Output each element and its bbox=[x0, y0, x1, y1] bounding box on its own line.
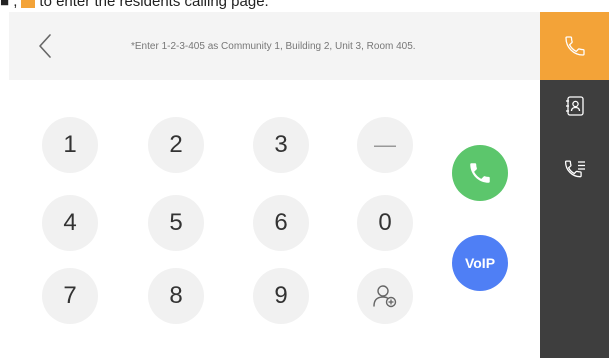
add-user-icon bbox=[373, 285, 397, 308]
key-4[interactable]: 4 bbox=[42, 195, 98, 251]
room-format-hint: *Enter 1-2-3-405 as Community 1, Buildin… bbox=[131, 40, 416, 52]
caption-line: ■ , to enter the residents calling page. bbox=[0, 0, 269, 11]
page: ■ , to enter the residents calling page.… bbox=[0, 0, 609, 358]
key-1[interactable]: 1 bbox=[42, 117, 98, 173]
phone-icon bbox=[470, 163, 490, 183]
phone-icon bbox=[564, 36, 585, 56]
key-9[interactable]: 9 bbox=[253, 268, 309, 324]
header-bar: *Enter 1-2-3-405 as Community 1, Buildin… bbox=[9, 12, 540, 80]
add-contact-button[interactable] bbox=[357, 268, 413, 324]
caption-text: to enter the residents calling page. bbox=[39, 0, 269, 10]
call-tab-icon bbox=[21, 0, 36, 8]
calling-screen: *Enter 1-2-3-405 as Community 1, Buildin… bbox=[9, 12, 609, 358]
key-7[interactable]: 7 bbox=[42, 268, 98, 324]
sidebar-item-contacts[interactable] bbox=[540, 80, 609, 132]
contact-book-icon bbox=[565, 96, 584, 116]
call-log-icon bbox=[564, 160, 585, 178]
voip-button[interactable]: VoIP bbox=[452, 235, 508, 291]
key-6[interactable]: 6 bbox=[253, 195, 309, 251]
back-button[interactable] bbox=[29, 30, 61, 62]
caption-glyphs: ■ , bbox=[0, 0, 18, 10]
sidebar bbox=[540, 12, 609, 358]
chevron-left-icon bbox=[39, 34, 51, 58]
key-8[interactable]: 8 bbox=[148, 268, 204, 324]
key-5[interactable]: 5 bbox=[148, 195, 204, 251]
sidebar-item-call[interactable] bbox=[540, 12, 609, 80]
call-button[interactable] bbox=[452, 145, 508, 201]
key-2[interactable]: 2 bbox=[148, 117, 204, 173]
sidebar-item-call-records[interactable] bbox=[540, 144, 609, 196]
caption-strip: ■ , to enter the residents calling page. bbox=[0, 0, 609, 12]
key-dash[interactable]: — bbox=[357, 117, 413, 173]
key-3[interactable]: 3 bbox=[253, 117, 309, 173]
key-0[interactable]: 0 bbox=[357, 195, 413, 251]
